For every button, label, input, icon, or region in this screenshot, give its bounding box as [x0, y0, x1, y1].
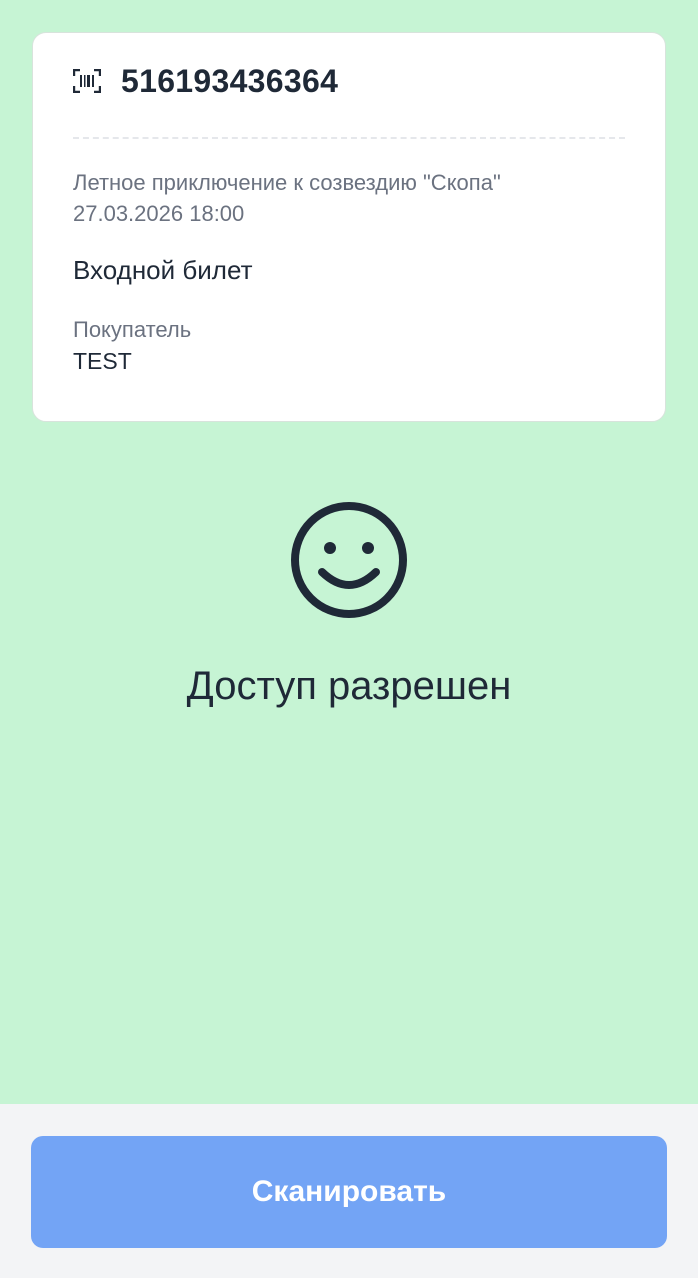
smiley-face-icon [291, 502, 407, 618]
access-status-text: Доступ разрешен [186, 664, 512, 708]
ticket-number: 516193436364 [121, 62, 339, 99]
buyer-label: Покупатель [73, 317, 192, 342]
event-datetime: 27.03.2026 18:00 [73, 201, 245, 226]
barcode-icon [73, 69, 101, 93]
ticket-type: Входной билет [73, 255, 253, 285]
ticket-card: 516193436364 Летное приключение к созвез… [32, 32, 666, 422]
scan-button[interactable]: Сканировать [31, 1136, 667, 1248]
ticket-header: 516193436364 [73, 33, 625, 137]
access-result-area: 516193436364 Летное приключение к созвез… [0, 0, 698, 1104]
ticket-check-screen: 516193436364 Летное приключение к созвез… [0, 0, 698, 1278]
event-title: Летное приключение к созвездию "Скопа" [73, 170, 501, 195]
dashed-divider [73, 137, 625, 139]
buyer-name: TEST [73, 348, 132, 374]
